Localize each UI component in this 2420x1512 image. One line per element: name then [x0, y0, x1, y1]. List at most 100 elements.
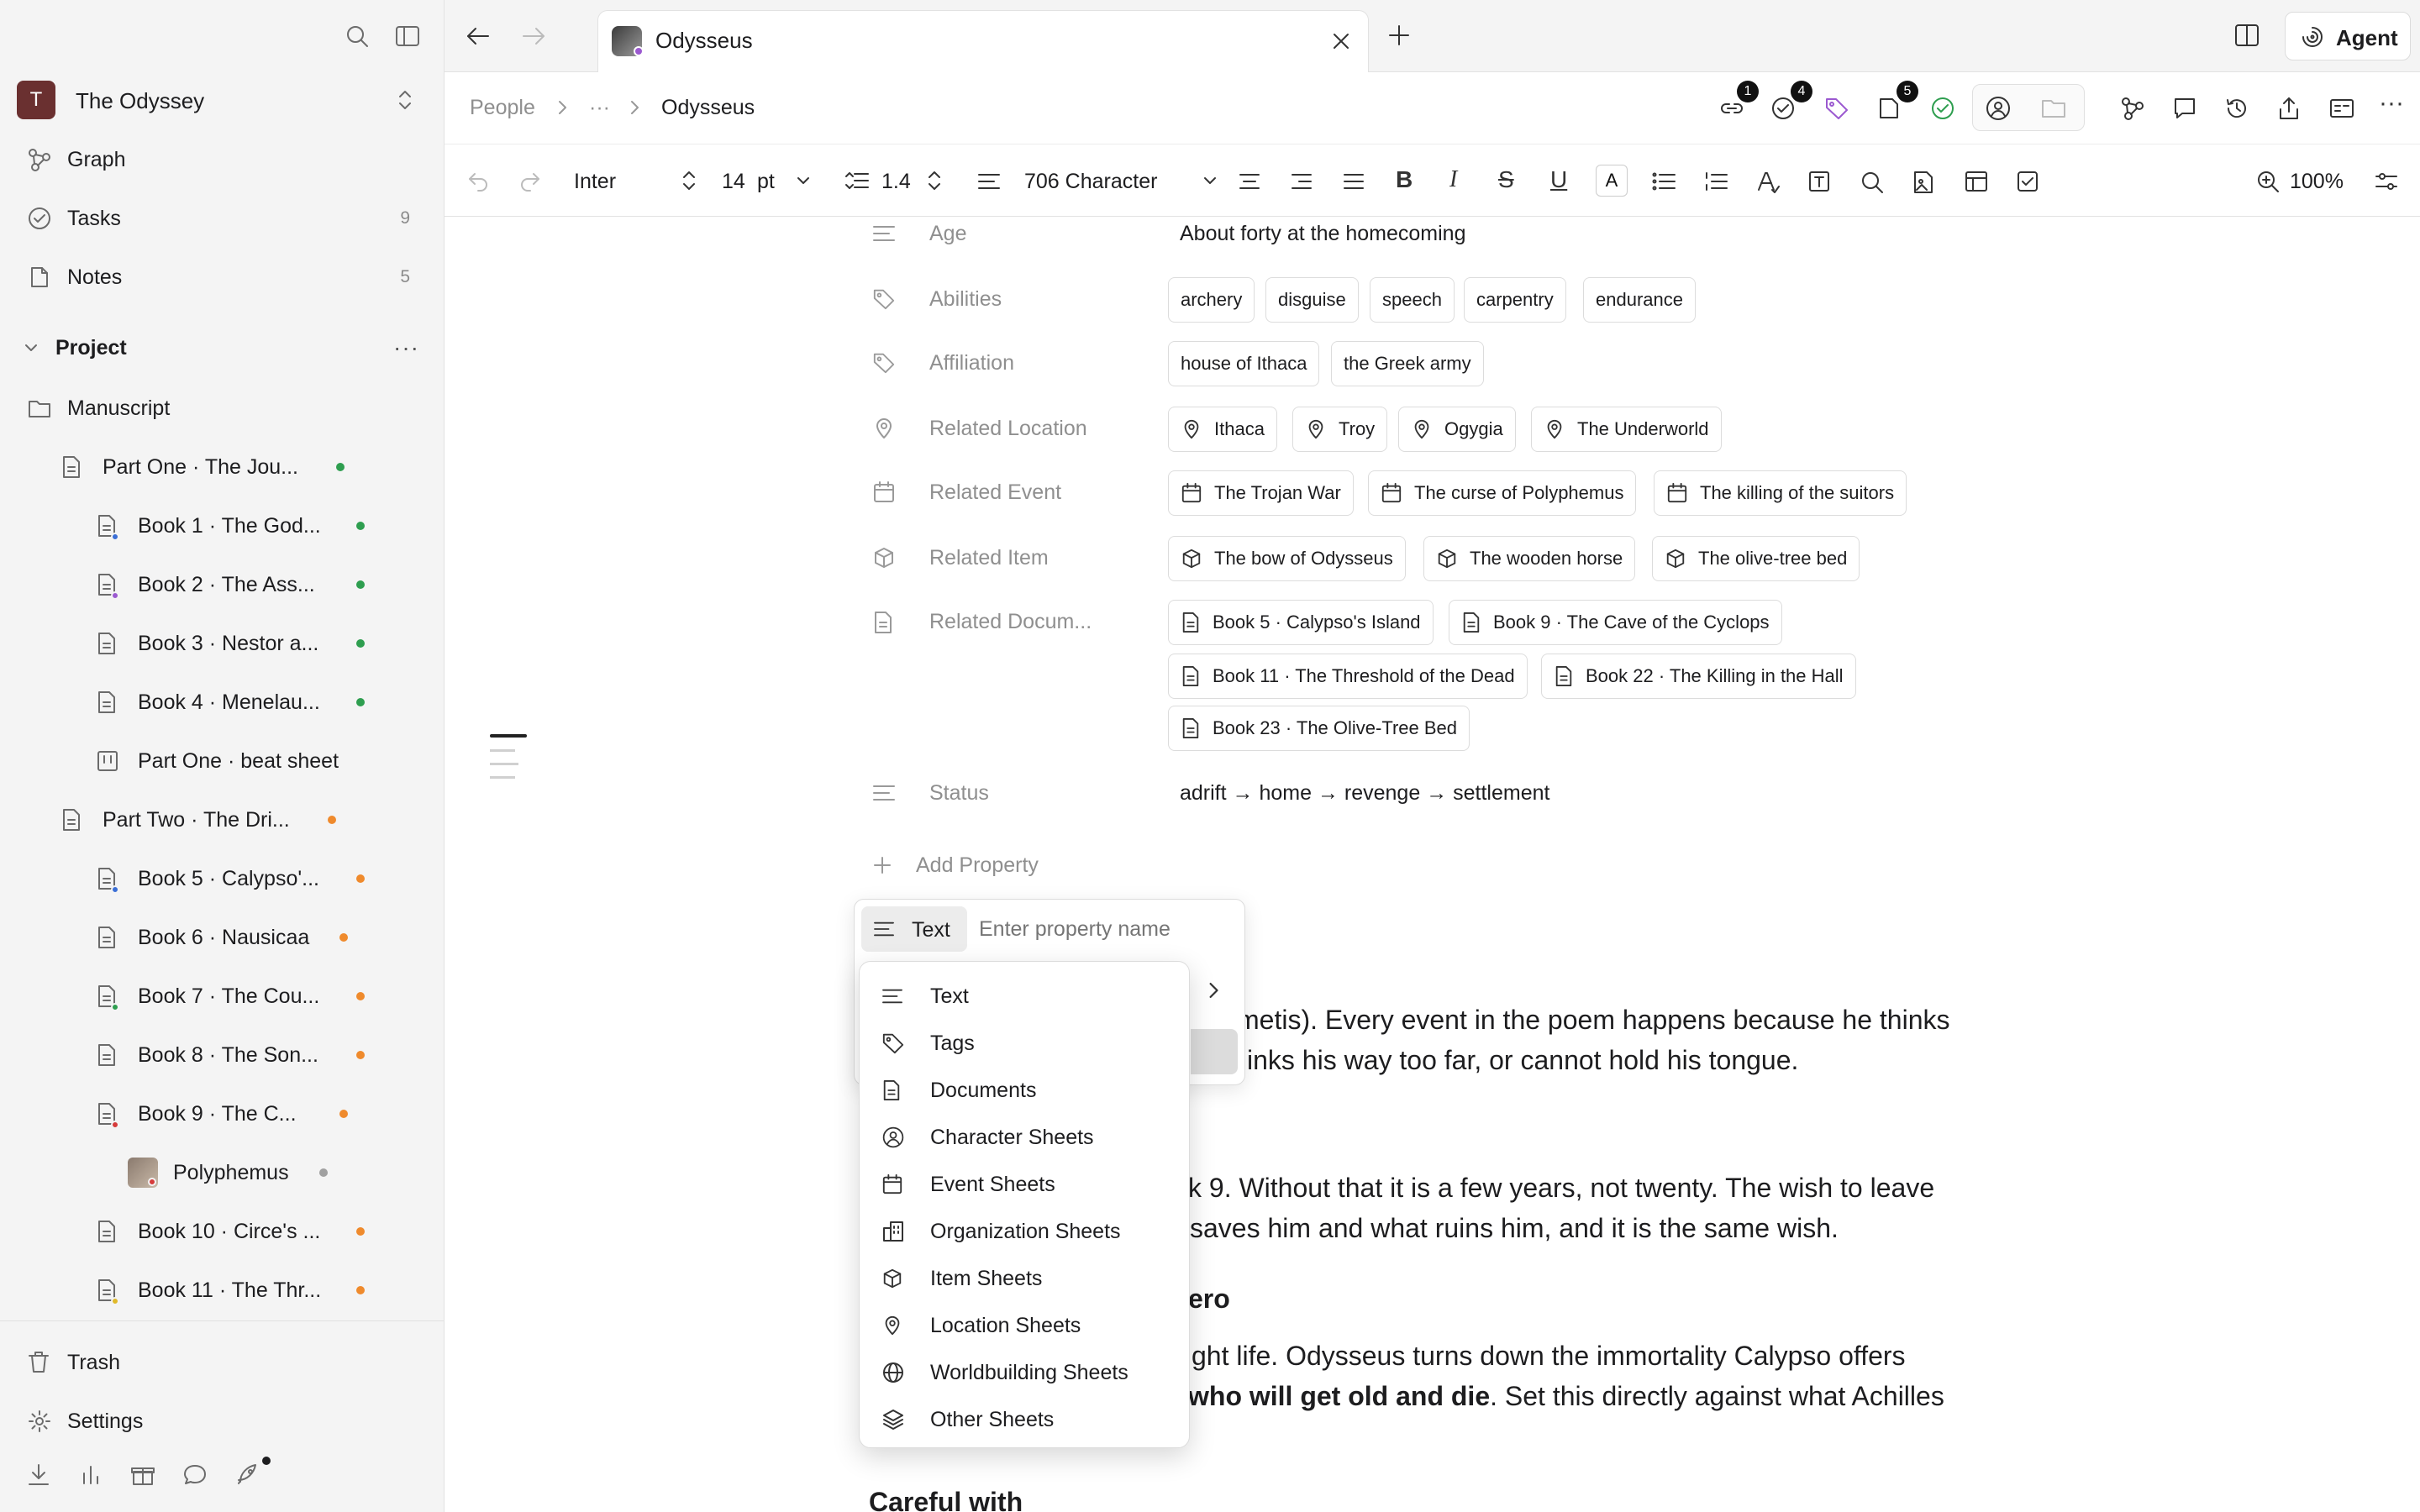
history-icon[interactable]	[2224, 96, 2249, 121]
bold-icon[interactable]: B	[1396, 166, 1413, 193]
menu-item-event-sheets[interactable]: Event Sheets	[866, 1162, 1182, 1207]
font-select[interactable]: Inter	[574, 158, 708, 203]
tree-item[interactable]: Book 7 · The Cou...	[0, 971, 444, 1021]
split-view-icon[interactable]	[2234, 24, 2260, 47]
property-label[interactable]: Affiliation	[929, 351, 1014, 375]
add-property-button[interactable]: Add Property	[871, 848, 1072, 882]
line-height-select[interactable]: 1.4	[844, 158, 959, 203]
chat-icon[interactable]	[182, 1462, 208, 1488]
document-chip[interactable]: Book 22 · The Killing in the Hall	[1541, 654, 1856, 699]
tree-item[interactable]: Part One · beat sheet	[0, 736, 444, 786]
text-color-icon[interactable]: A	[1596, 165, 1628, 197]
share-icon[interactable]	[2276, 96, 2302, 121]
location-chip[interactable]: Ithaca	[1168, 407, 1277, 452]
table-icon[interactable]	[1964, 170, 1989, 193]
property-type-button[interactable]: Text	[861, 906, 967, 952]
bullet-list-icon[interactable]	[1651, 171, 1676, 192]
gift-icon[interactable]	[129, 1462, 156, 1488]
tree-item[interactable]: Book 9 · The C...	[0, 1089, 444, 1139]
insert-image-icon[interactable]	[1912, 170, 1935, 195]
item-chip[interactable]: The olive-tree bed	[1652, 536, 1860, 581]
document-chip[interactable]: Book 11 · The Threshold of the Dead	[1168, 654, 1528, 699]
font-size-select[interactable]: 14 pt	[722, 158, 831, 203]
document-chip[interactable]: Book 9 · The Cave of the Cyclops	[1449, 600, 1782, 645]
property-label[interactable]: Age	[929, 222, 966, 246]
tree-item[interactable]: Part One · The Jou...	[0, 442, 444, 492]
property-label[interactable]: Related Docum...	[929, 610, 1092, 634]
tree-item[interactable]: Book 6 · Nausicaa	[0, 912, 444, 963]
sidebar-item-trash[interactable]: Trash	[0, 1337, 444, 1388]
item-chip[interactable]: The wooden horse	[1423, 536, 1636, 581]
tab-odysseus[interactable]: Odysseus	[597, 10, 1369, 73]
underline-icon[interactable]: U	[1550, 166, 1567, 193]
breadcrumb-ellipsis[interactable]: ···	[589, 96, 610, 120]
sliders-icon[interactable]	[2374, 170, 2399, 193]
location-chip[interactable]: Ogygia	[1398, 407, 1516, 452]
folder-view-icon[interactable]	[2040, 97, 2067, 120]
id-card-icon[interactable]	[2328, 96, 2355, 121]
zoom-control[interactable]: 100%	[2256, 158, 2349, 203]
property-label[interactable]: Related Location	[929, 417, 1087, 441]
event-chip[interactable]: The killing of the suitors	[1654, 470, 1907, 516]
tree-item[interactable]: Book 10 · Circe's ...	[0, 1206, 444, 1257]
property-name-input[interactable]	[979, 910, 1231, 948]
redo-icon[interactable]	[518, 170, 542, 192]
tree-item[interactable]: Book 2 · The Ass...	[0, 559, 444, 610]
character-view-icon[interactable]	[1985, 95, 2012, 122]
menu-item-documents[interactable]: Documents	[866, 1068, 1182, 1113]
tree-item[interactable]: Polyphemus	[0, 1147, 444, 1198]
event-chip[interactable]: The curse of Polyphemus	[1368, 470, 1637, 516]
numbered-list-icon[interactable]	[1703, 171, 1728, 192]
tree-item[interactable]: Book 1 · The God...	[0, 501, 444, 551]
sidebar-item-settings[interactable]: Settings	[0, 1396, 444, 1446]
tag-chip[interactable]: archery	[1168, 277, 1255, 323]
property-label[interactable]: Related Event	[929, 480, 1061, 505]
back-arrow-icon[interactable]	[465, 24, 492, 49]
tree-item[interactable]: Part Two · The Dri...	[0, 795, 444, 845]
agent-button[interactable]: Agent	[2285, 12, 2411, 60]
undo-icon[interactable]	[466, 170, 490, 192]
more-icon[interactable]: ···	[393, 334, 419, 361]
property-value[interactable]: adrift → home → revenge → settlement	[1180, 781, 1549, 806]
more-icon[interactable]: ···	[2379, 89, 2404, 118]
tree-item[interactable]: Book 4 · Menelau...	[0, 677, 444, 727]
property-label[interactable]: Related Item	[929, 546, 1049, 570]
menu-item-other-sheets[interactable]: Other Sheets	[866, 1397, 1182, 1442]
sidebar-item-graph[interactable]: Graph	[0, 134, 444, 185]
tree-item[interactable]: Book 3 · Nestor a...	[0, 618, 444, 669]
close-icon[interactable]	[1331, 31, 1351, 51]
item-chip[interactable]: The bow of Odysseus	[1168, 536, 1406, 581]
property-label[interactable]: Abilities	[929, 287, 1002, 312]
menu-item-location-sheets[interactable]: Location Sheets	[866, 1303, 1182, 1348]
tasks-check-icon[interactable]	[1770, 96, 1796, 121]
workspace-switcher[interactable]: T The Odyssey	[17, 81, 420, 119]
strikethrough-icon[interactable]: S	[1498, 166, 1514, 193]
document-chip[interactable]: Book 5 · Calypso's Island	[1168, 600, 1434, 645]
location-chip[interactable]: The Underworld	[1531, 407, 1722, 452]
tag-chip[interactable]: the Greek army	[1331, 341, 1484, 386]
tree-item[interactable]: Book 5 · Calypso'...	[0, 853, 444, 904]
tag-chip[interactable]: house of Ithaca	[1168, 341, 1320, 386]
chevron-right-icon[interactable]	[1206, 980, 1221, 1000]
project-section-header[interactable]: Project ···	[0, 323, 444, 373]
stats-icon[interactable]	[77, 1462, 104, 1488]
italic-icon[interactable]: I	[1449, 166, 1457, 193]
search-icon[interactable]	[345, 24, 370, 49]
menu-item-character-sheets[interactable]: Character Sheets	[866, 1115, 1182, 1160]
tree-item-manuscript[interactable]: Manuscript	[0, 383, 444, 433]
outline-indicator[interactable]	[490, 734, 527, 788]
tree-item[interactable]: Book 11 · The Thr...	[0, 1265, 444, 1315]
tag-icon[interactable]	[1824, 96, 1849, 121]
sidebar-item-tasks[interactable]: Tasks 9	[0, 193, 444, 244]
graph-icon[interactable]	[2120, 96, 2145, 121]
comment-icon[interactable]	[2172, 96, 2197, 121]
popup-row-highlight[interactable]	[1191, 1029, 1238, 1074]
breadcrumb-root[interactable]: People	[470, 96, 535, 120]
align-justify-icon[interactable]	[1342, 171, 1365, 192]
documents-icon[interactable]	[1876, 96, 1902, 121]
style-select[interactable]: 706 Character	[977, 158, 1229, 203]
status-check-icon[interactable]	[1930, 96, 1955, 121]
menu-item-tags[interactable]: Tags	[866, 1021, 1182, 1066]
align-right-icon[interactable]	[1290, 171, 1313, 192]
document-chip[interactable]: Book 23 · The Olive-Tree Bed	[1168, 706, 1470, 751]
